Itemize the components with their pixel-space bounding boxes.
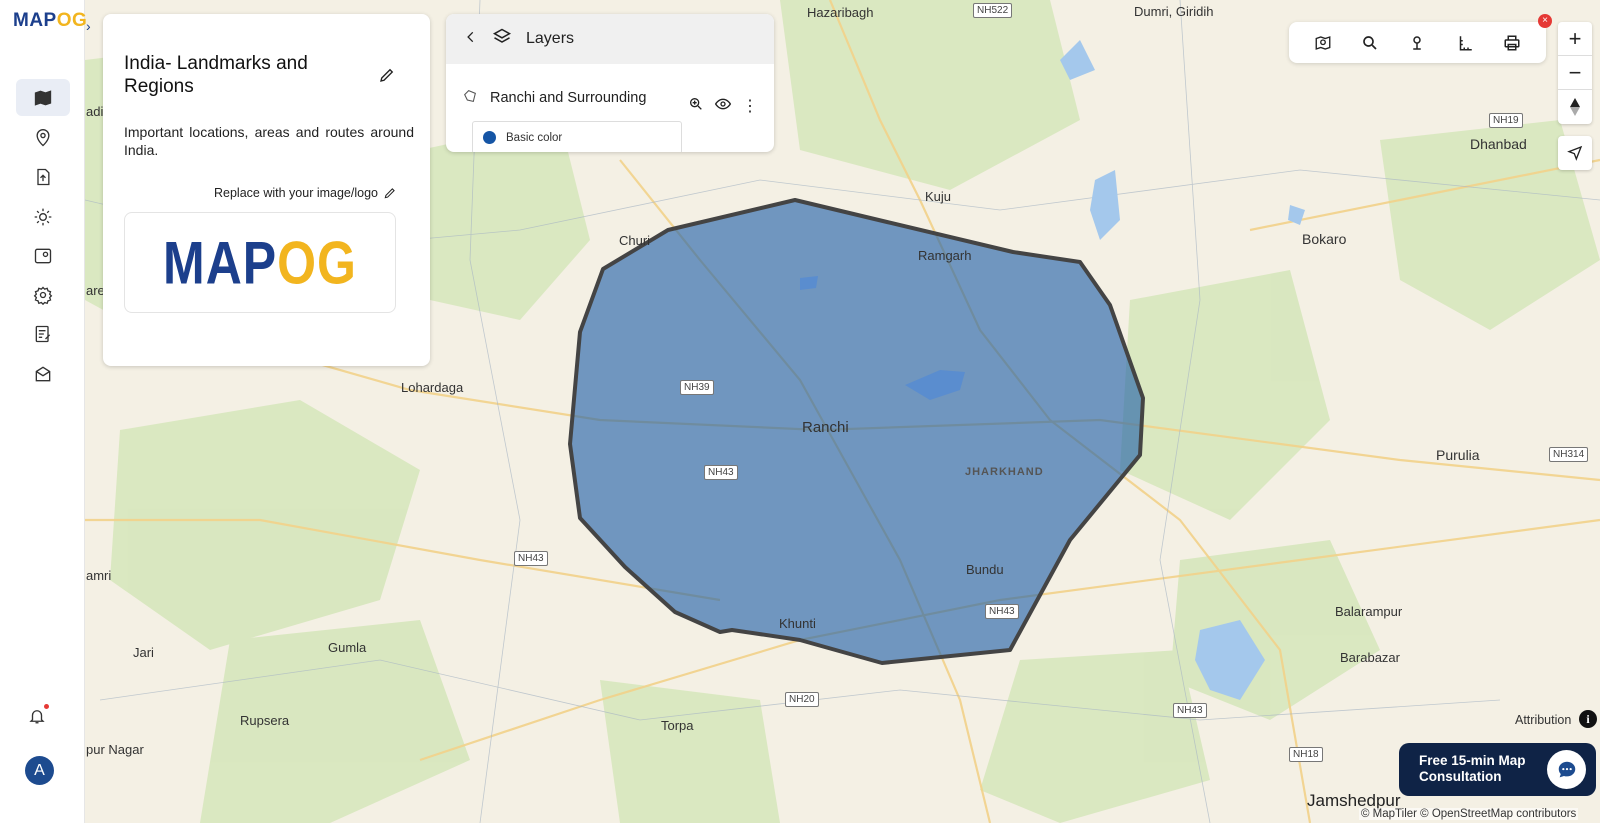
map-label: Kuju — [925, 189, 952, 204]
map-label: Hazaribagh — [807, 5, 874, 20]
layers-stack-icon — [492, 27, 512, 52]
map-description: Important locations, areas and routes ar… — [124, 124, 414, 158]
layer-name: Ranchi and Surrounding — [490, 90, 647, 106]
zoom-out-button[interactable]: − — [1558, 56, 1592, 90]
map-label: Bundu — [966, 562, 1004, 577]
map-label: adi — [86, 104, 104, 119]
shared-maps-icon[interactable] — [16, 355, 70, 392]
brand-logo-box[interactable]: MAPOG — [124, 212, 396, 313]
layers-title: Layers — [526, 30, 575, 47]
map-label: Gumla — [328, 640, 367, 655]
location-marker-icon[interactable] — [1405, 31, 1429, 55]
measure-ruler-icon[interactable] — [1453, 31, 1477, 55]
map-label: Khunti — [779, 616, 816, 631]
road-shield: NH43 — [514, 551, 548, 566]
map-label: Ranchi — [802, 419, 849, 436]
print-icon[interactable] — [1500, 31, 1524, 55]
map-toolbar — [1289, 22, 1546, 63]
zoom-controls: + − — [1558, 22, 1592, 124]
left-sidebar: MAPOG › A — [0, 0, 91, 823]
notification-dot — [44, 704, 49, 709]
attribution-info-icon[interactable]: i — [1579, 710, 1597, 728]
map-search-area-icon[interactable] — [1311, 31, 1335, 55]
map-location-icon[interactable] — [16, 237, 70, 274]
map-copyright[interactable]: © MapTiler © OpenStreetMap contributors — [1359, 808, 1579, 820]
brand-logo: MAPOG — [163, 228, 357, 297]
road-shield: NH43 — [704, 465, 738, 480]
zoom-to-layer-icon[interactable] — [688, 96, 704, 117]
replace-logo-link[interactable]: Replace with your image/logo — [214, 186, 397, 200]
layers-panel: Layers Ranchi and Surrounding ⋮ Basic co… — [446, 14, 774, 152]
attribution-label: Attribution — [1515, 713, 1572, 727]
compass-north-icon[interactable] — [1558, 90, 1592, 124]
map-label: amri — [86, 568, 112, 583]
search-icon[interactable] — [1358, 31, 1382, 55]
map-label: Bokaro — [1302, 231, 1347, 247]
layer-style-selector[interactable]: Basic color — [472, 121, 682, 152]
style-label: Basic color — [506, 131, 563, 144]
road-shield: NH20 — [785, 692, 819, 707]
map-label: Jari — [133, 645, 154, 660]
settings-icon[interactable] — [16, 276, 70, 313]
consultation-banner[interactable]: Free 15-min Map Consultation — [1399, 743, 1596, 796]
map-info-card: India- Landmarks and Regions Important l… — [103, 14, 430, 366]
map-label: Lohardaga — [401, 380, 464, 395]
map-label: Torpa — [661, 718, 694, 733]
road-shield: NH19 — [1489, 113, 1523, 128]
map-label: Churi — [619, 233, 651, 248]
map-label: pur Nagar — [86, 742, 144, 757]
map-label: Barabazar — [1340, 650, 1400, 665]
map-label: Purulia — [1436, 447, 1480, 463]
close-toolbar-icon[interactable]: × — [1538, 14, 1552, 28]
edit-title-icon[interactable] — [378, 66, 396, 89]
road-shield: NH314 — [1549, 447, 1589, 462]
map-title: India- Landmarks and Regions — [124, 53, 308, 97]
road-shield: NH43 — [1173, 703, 1207, 718]
user-avatar[interactable]: A — [25, 756, 54, 785]
chat-bubble-icon[interactable] — [1547, 750, 1586, 789]
road-shield: NH43 — [985, 604, 1019, 619]
zoom-in-button[interactable]: + — [1558, 22, 1592, 56]
expand-sidebar-icon[interactable]: › — [86, 18, 91, 34]
replace-logo-label: Replace with your image/logo — [214, 186, 378, 200]
map-label: Ramgarh — [918, 248, 972, 263]
notification-bell-icon[interactable] — [28, 704, 49, 731]
locate-me-icon[interactable] — [1558, 136, 1592, 170]
map-label: JHARKHAND — [965, 466, 1044, 478]
back-chevron-icon[interactable] — [464, 30, 478, 49]
map-label: Dumri, Giridih — [1134, 4, 1214, 19]
road-shield: NH18 — [1289, 747, 1323, 762]
polygon-layer-icon — [462, 88, 478, 108]
map-icon[interactable] — [16, 79, 70, 116]
locate-control — [1558, 136, 1592, 170]
app-logo[interactable]: MAPOG — [13, 10, 87, 32]
map-label: Balarampur — [1335, 604, 1403, 619]
analysis-gear-icon[interactable] — [16, 198, 70, 235]
location-pin-icon[interactable] — [16, 119, 70, 156]
upload-file-icon[interactable] — [16, 158, 70, 195]
visibility-eye-icon[interactable] — [713, 96, 733, 117]
road-shield: NH39 — [680, 380, 714, 395]
map-label: Dhanbad — [1470, 136, 1527, 152]
layer-row[interactable]: Ranchi and Surrounding — [462, 88, 646, 108]
road-shield: NH522 — [973, 3, 1013, 18]
map-label: Rupsera — [240, 713, 290, 728]
pencil-icon — [384, 188, 395, 199]
report-edit-icon[interactable] — [16, 315, 70, 352]
more-options-icon[interactable]: ⋮ — [742, 98, 758, 114]
color-swatch — [483, 131, 496, 144]
